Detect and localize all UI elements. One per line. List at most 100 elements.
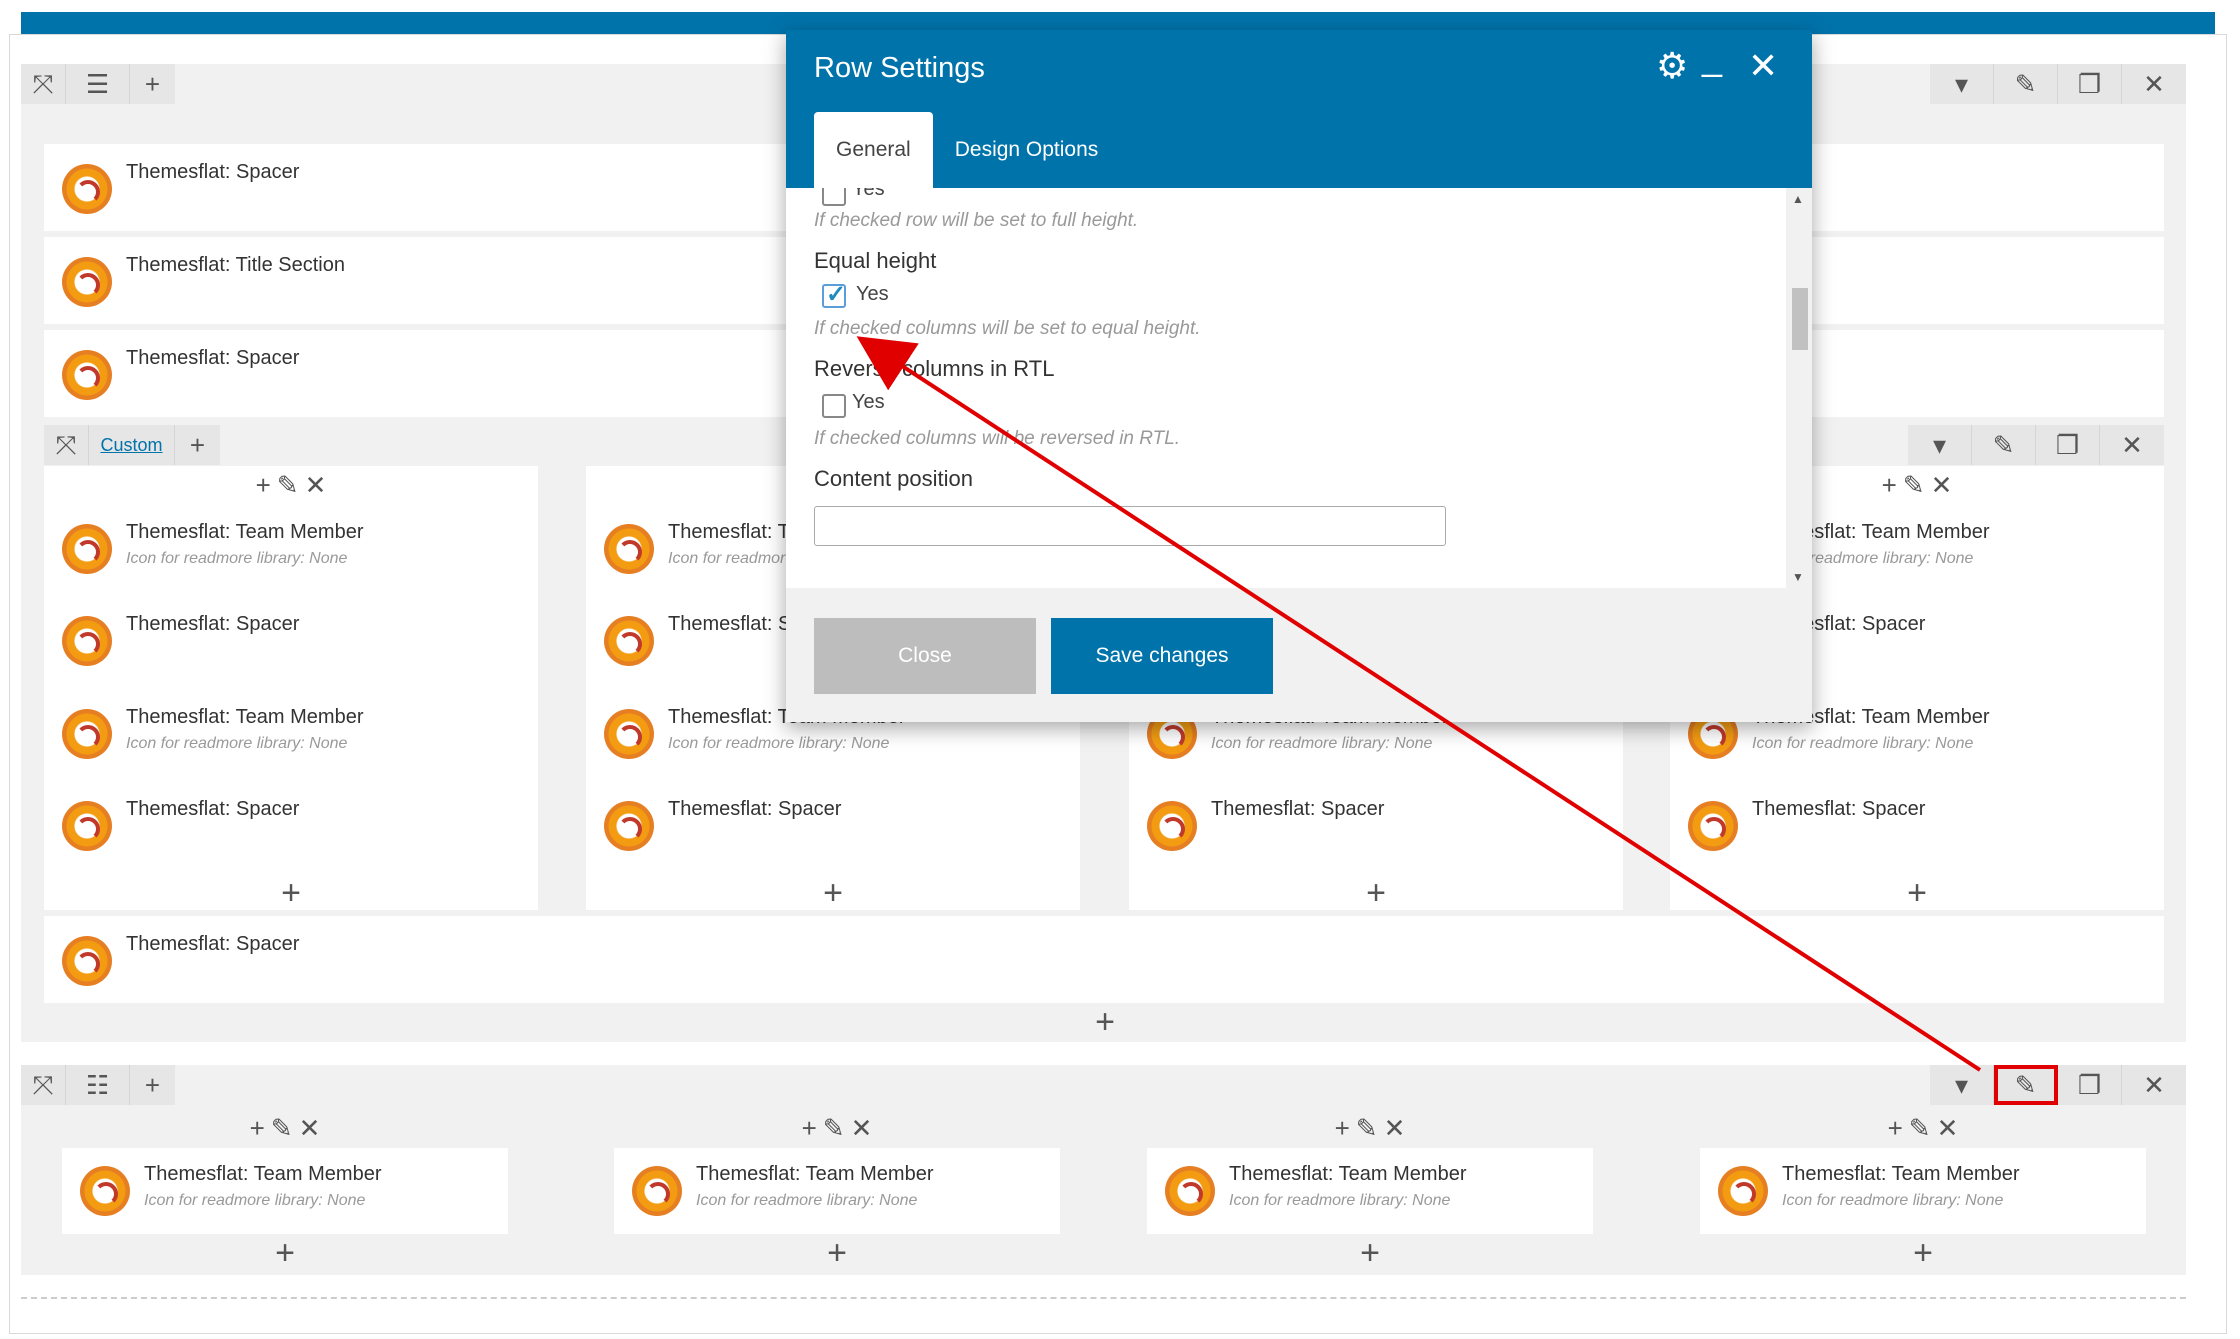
add-element-button[interactable]: + — [42, 1236, 528, 1270]
move-icon[interactable]: ⤧ — [21, 1065, 66, 1105]
close-icon[interactable]: ✕ — [1748, 48, 1778, 84]
element-subtitle: Icon for readmore library: None — [144, 1192, 366, 1209]
edit-row-button[interactable]: ✎ — [1972, 425, 2036, 465]
add-element-icon[interactable]: + — [250, 1113, 265, 1144]
add-element-icon[interactable]: + — [802, 1113, 817, 1144]
column: + ✎ ✕ Themesflat: Team Member Icon for readm… — [42, 1108, 528, 1270]
element-subtitle: Icon for readmore library: None — [126, 549, 348, 567]
delete-column-icon[interactable]: ✕ — [1937, 1113, 1959, 1144]
list-item[interactable]: Themesflat: Team Member Icon for readmore… — [44, 505, 538, 599]
list-item[interactable]: Themesflat: Spacer — [586, 783, 1080, 877]
list-item[interactable]: Themesflat: Team Member Icon for readmore… — [1147, 1148, 1593, 1234]
add-element-button[interactable]: + — [1670, 876, 2164, 910]
minimize-icon[interactable]: _ — [1702, 40, 1722, 76]
add-element-button[interactable]: + — [1680, 1236, 2166, 1270]
delete-column-icon[interactable]: ✕ — [851, 1113, 873, 1144]
add-element-button[interactable]: + — [1127, 1236, 1613, 1270]
column: + ✎ ✕ Themesflat: Team Member Icon for readm… — [1680, 1108, 2166, 1270]
add-element-button[interactable]: + — [586, 876, 1080, 910]
full-height-checkbox[interactable] — [822, 188, 846, 206]
themesflat-logo-icon — [80, 1166, 130, 1216]
delete-column-icon[interactable]: ✕ — [299, 1113, 321, 1144]
themesflat-logo-icon — [62, 523, 112, 574]
edit-column-icon[interactable]: ✎ — [1909, 1113, 1931, 1144]
page-builder-canvas: ⤧ ☰ + ▾ ✎ ❐ ✕ Themesflat: Spacer Themesf… — [0, 0, 2240, 1339]
delete-column-icon[interactable]: ✕ — [1384, 1113, 1406, 1144]
dialog-scrollbar[interactable]: ▲ ▼ — [1786, 188, 1812, 588]
inner-row-controls-right: ▾ ✎ ❐ ✕ — [1908, 425, 2164, 465]
dialog-tabs: General Design Options — [814, 112, 1120, 188]
layout-icon[interactable]: ☷ — [66, 1065, 130, 1105]
chevron-down-icon[interactable]: ▾ — [1930, 64, 1994, 104]
themesflat-logo-icon — [62, 350, 112, 400]
list-item[interactable]: Themesflat: Team Member Icon for readmore… — [614, 1148, 1060, 1234]
element-title: Themesflat: Spacer — [126, 161, 300, 183]
equal-height-hint: If checked columns will be set to equal … — [814, 318, 1201, 339]
column-controls: +✎✕ — [594, 1108, 1080, 1148]
edit-column-icon[interactable]: ✎ — [1356, 1113, 1378, 1144]
add-element-button[interactable]: + — [1085, 1005, 1125, 1039]
clone-icon[interactable]: ❐ — [2058, 1065, 2122, 1105]
element-title: Themesflat: Team Member — [1782, 1163, 2020, 1185]
edit-column-icon[interactable]: ✎ — [1903, 470, 1925, 501]
themesflat-logo-icon — [1147, 801, 1197, 852]
element-title: Themesflat: Team Member — [126, 520, 364, 543]
edit-row-button[interactable]: ✎ — [1994, 64, 2058, 104]
edit-row-button-highlighted[interactable]: ✎ — [1994, 1065, 2058, 1105]
close-button[interactable]: Close — [814, 618, 1036, 694]
equal-height-checkbox[interactable]: ✓ — [822, 281, 846, 308]
list-item[interactable]: Themesflat: Spacer — [44, 783, 538, 877]
row-controls-right: ▾ ✎ ❐ ✕ — [1930, 1065, 2186, 1105]
layout-icon[interactable]: ☰ — [66, 64, 130, 104]
scrollbar-thumb[interactable] — [1792, 288, 1808, 350]
list-item[interactable]: Themesflat: Team Member Icon for readmore… — [44, 690, 538, 784]
delete-column-icon[interactable]: ✕ — [1931, 470, 1953, 501]
list-item[interactable]: Themesflat: Spacer — [44, 598, 538, 691]
chevron-down-icon[interactable]: ▾ — [1908, 425, 1972, 465]
delete-icon[interactable]: ✕ — [2122, 64, 2186, 104]
scroll-up-icon[interactable]: ▲ — [1792, 192, 1804, 206]
add-column-button[interactable]: + — [130, 64, 175, 104]
list-item[interactable]: Themesflat: Team Member Icon for readmore… — [1700, 1148, 2146, 1234]
list-item[interactable]: Themesflat: Spacer — [1670, 783, 2164, 877]
add-column-button[interactable]: + — [130, 1065, 175, 1105]
add-element-button[interactable]: + — [594, 1236, 1080, 1270]
add-element-icon[interactable]: + — [1335, 1113, 1350, 1144]
add-element-icon[interactable]: + — [1888, 1113, 1903, 1144]
reverse-columns-checkbox[interactable] — [822, 394, 846, 418]
clone-icon[interactable]: ❐ — [2058, 64, 2122, 104]
move-icon[interactable]: ⤧ — [44, 425, 89, 465]
add-element-button[interactable]: + — [1129, 876, 1623, 910]
scroll-down-icon[interactable]: ▼ — [1792, 570, 1804, 584]
add-element-icon[interactable]: + — [256, 470, 271, 501]
delete-column-icon[interactable]: ✕ — [305, 470, 327, 501]
full-height-hint: If checked row will be set to full heigh… — [814, 210, 1139, 231]
delete-icon[interactable]: ✕ — [2100, 425, 2164, 465]
layout-custom-label[interactable]: Custom — [100, 436, 162, 454]
add-element-icon[interactable]: + — [1882, 470, 1897, 501]
add-column-button[interactable]: + — [175, 425, 220, 465]
edit-column-icon[interactable]: ✎ — [823, 1113, 845, 1144]
edit-column-icon[interactable]: ✎ — [277, 470, 299, 501]
layout-custom-link[interactable]: Custom — [89, 425, 175, 465]
list-item[interactable]: Themesflat: Team Member Icon for readmore… — [62, 1148, 508, 1234]
element-subtitle: Icon for readmore library: None — [1782, 1192, 2004, 1209]
row-settings-dialog: Row Settings ⚙ _ ✕ General Design Option… — [786, 30, 1812, 722]
tab-general[interactable]: General — [814, 112, 933, 188]
list-item[interactable]: Themesflat: Spacer — [1129, 783, 1623, 877]
add-element-button[interactable]: + — [44, 876, 538, 910]
content-position-select[interactable] — [814, 506, 1446, 546]
empty-row-placeholder[interactable] — [21, 1297, 2186, 1317]
tab-design-options[interactable]: Design Options — [933, 112, 1121, 188]
list-item[interactable]: Themesflat: Spacer — [44, 916, 2164, 1003]
move-icon[interactable]: ⤧ — [21, 64, 66, 104]
chevron-down-icon[interactable]: ▾ — [1930, 1065, 1994, 1105]
clone-icon[interactable]: ❐ — [2036, 425, 2100, 465]
edit-column-icon[interactable]: ✎ — [271, 1113, 293, 1144]
delete-icon[interactable]: ✕ — [2122, 1065, 2186, 1105]
element-title: Themesflat: Team Member — [696, 1163, 934, 1185]
save-changes-button[interactable]: Save changes — [1051, 618, 1273, 694]
gear-icon[interactable]: ⚙ — [1656, 48, 1688, 84]
column: + ✎ ✕ Themesflat: Team Member Icon for readm… — [1127, 1108, 1613, 1270]
element-title: Themesflat: Spacer — [668, 798, 842, 821]
